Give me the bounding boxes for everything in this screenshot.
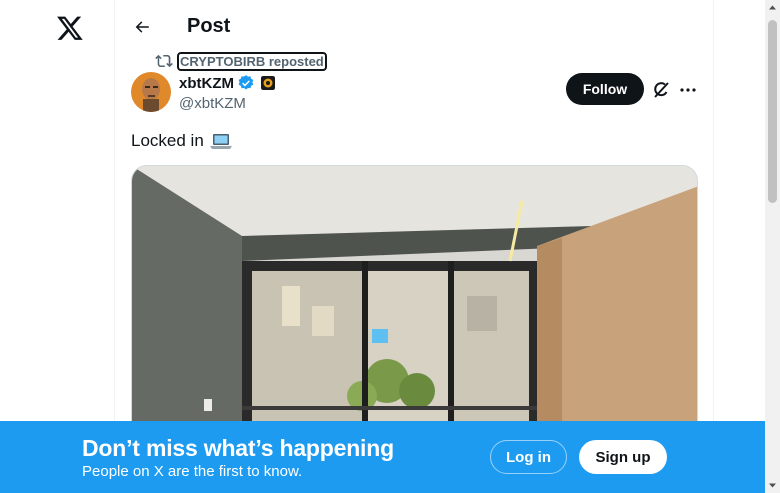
follow-button[interactable]: Follow	[566, 73, 644, 105]
login-button[interactable]: Log in	[490, 440, 567, 474]
more-icon[interactable]	[677, 79, 699, 101]
back-button[interactable]	[127, 12, 157, 42]
x-logo-icon[interactable]	[56, 14, 84, 42]
post-text-content: Locked in	[131, 131, 204, 150]
repost-icon	[155, 54, 173, 68]
affiliate-badge-icon[interactable]	[261, 76, 275, 90]
scroll-up-icon[interactable]	[768, 3, 777, 12]
repost-label[interactable]: CRYPTOBIRB reposted	[177, 51, 327, 71]
post-column: Post CRYPTOBIRB reposted xbtKZM @xbtKZM	[114, 0, 714, 493]
avatar[interactable]	[131, 72, 171, 112]
repost-context: CRYPTOBIRB reposted	[155, 51, 327, 71]
top-bar: Post	[115, 0, 713, 53]
page-title: Post	[187, 15, 231, 37]
laptop-emoji-icon	[209, 134, 232, 149]
author-name-text[interactable]: xbtKZM	[179, 75, 234, 92]
author-handle[interactable]: @xbtKZM	[179, 95, 246, 112]
scrollbar[interactable]	[765, 0, 780, 493]
verified-badge-icon	[238, 75, 254, 90]
author-name[interactable]: xbtKZM	[179, 74, 275, 92]
post-text: Locked in	[131, 131, 232, 151]
scroll-down-icon[interactable]	[768, 481, 777, 490]
post-image[interactable]	[131, 165, 698, 465]
login-banner: Don’t miss what’s happening People on X …	[0, 421, 765, 493]
scroll-thumb[interactable]	[768, 20, 777, 203]
signup-button[interactable]: Sign up	[579, 440, 667, 474]
banner-subtitle: People on X are the first to know.	[82, 463, 303, 480]
grok-icon[interactable]	[650, 79, 672, 101]
back-arrow-icon	[135, 21, 149, 33]
banner-title: Don’t miss what’s happening	[82, 435, 394, 461]
